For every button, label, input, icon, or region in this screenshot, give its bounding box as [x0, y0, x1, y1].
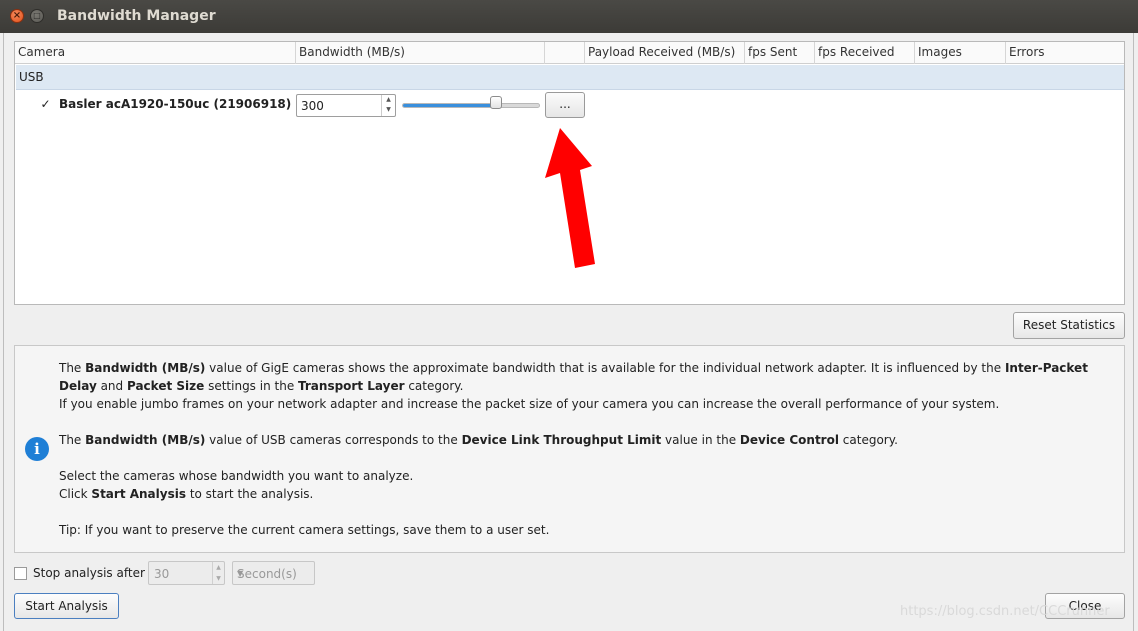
slider-handle[interactable]	[489, 96, 502, 109]
table-row[interactable]: ✓ Basler acA1920-150uc (21906918) 300 ▲ …	[15, 90, 1124, 120]
bandwidth-value: 300	[301, 99, 324, 113]
col-images[interactable]: Images	[915, 42, 1006, 64]
stop-analysis-label[interactable]: Stop analysis after	[33, 566, 145, 580]
info-icon: i	[25, 437, 49, 461]
info-paragraph-jumbo: If you enable jumbo frames on your netwo…	[59, 397, 1000, 411]
bandwidth-slider[interactable]	[402, 103, 540, 108]
arrow-shape	[545, 128, 595, 268]
slider-fill	[403, 104, 497, 107]
col-payload-received[interactable]: Payload Received (MB/s)	[585, 42, 745, 64]
info-paragraph-usb: The Bandwidth (MB/s) value of USB camera…	[59, 433, 898, 447]
bandwidth-spinbox[interactable]: 300 ▲ ▼	[296, 94, 396, 117]
stop-unit-select[interactable]: Second(s) ▼	[232, 561, 315, 585]
close-window-icon[interactable]: ×	[10, 9, 24, 23]
group-label: USB	[19, 70, 44, 84]
reset-statistics-button[interactable]: Reset Statistics	[1013, 312, 1125, 339]
camera-name: Basler acA1920-150uc (21906918)	[59, 97, 292, 111]
camera-checkbox[interactable]: ✓	[39, 98, 52, 111]
bandwidth-stepper[interactable]: ▲ ▼	[381, 95, 395, 116]
maximize-window-icon[interactable]: □	[30, 9, 44, 23]
stop-analysis-checkbox[interactable]	[14, 567, 27, 580]
stop-duration-value: 30	[154, 567, 170, 581]
info-text: The Bandwidth (MB/s) value of GigE camer…	[59, 359, 1109, 539]
col-errors[interactable]: Errors	[1006, 42, 1124, 64]
more-options-button[interactable]: ...	[545, 92, 585, 118]
watermark: https://blog.csdn.net/CCCrunner	[900, 604, 1110, 619]
table-header: Camera Bandwidth (MB/s) Payload Received…	[15, 42, 1124, 64]
stop-duration-stepper[interactable]: ▲ ▼	[212, 562, 224, 584]
title-bar: × □ Bandwidth Manager	[0, 0, 1138, 33]
spin-up-icon[interactable]: ▲	[213, 562, 224, 573]
spin-down-icon[interactable]: ▼	[213, 573, 224, 584]
red-arrow-annotation	[545, 128, 595, 268]
info-paragraph-click: Click Start Analysis to start the analys…	[59, 487, 314, 501]
window-title: Bandwidth Manager	[57, 8, 216, 24]
group-row-usb[interactable]: USB	[16, 65, 1124, 90]
chevron-down-icon: ▼	[237, 569, 244, 578]
col-blank[interactable]	[545, 42, 585, 64]
stop-analysis-row: Stop analysis after 30 ▲ ▼ Second(s) ▼	[14, 561, 414, 587]
info-paragraph-tip: Tip: If you want to preserve the current…	[59, 523, 550, 537]
stop-duration-spinbox[interactable]: 30 ▲ ▼	[148, 561, 225, 585]
start-analysis-button[interactable]: Start Analysis	[14, 593, 119, 619]
col-fps-sent[interactable]: fps Sent	[745, 42, 815, 64]
col-bandwidth[interactable]: Bandwidth (MB/s)	[296, 42, 545, 64]
col-fps-received[interactable]: fps Received	[815, 42, 915, 64]
col-camera[interactable]: Camera	[15, 42, 296, 64]
spin-down-icon[interactable]: ▼	[382, 105, 395, 115]
info-panel: i The Bandwidth (MB/s) value of GigE cam…	[14, 345, 1125, 553]
info-paragraph-gige: The Bandwidth (MB/s) value of GigE camer…	[59, 361, 1088, 393]
info-paragraph-select: Select the cameras whose bandwidth you w…	[59, 469, 414, 483]
spin-up-icon[interactable]: ▲	[382, 95, 395, 105]
